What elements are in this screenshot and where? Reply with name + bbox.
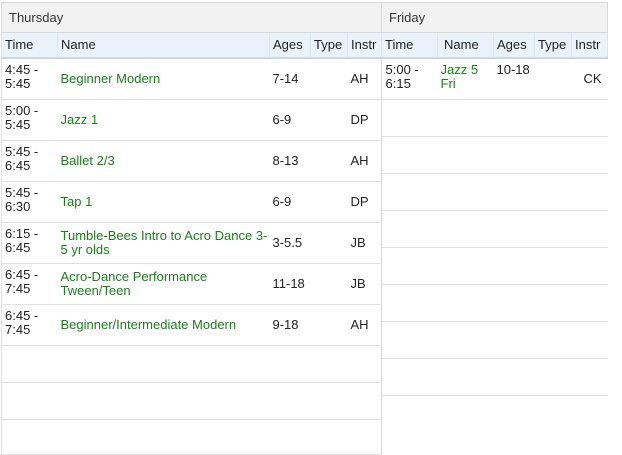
class-ages: 11-18 — [269, 263, 311, 305]
thursday-table: Thursday Time Name Ages Type Instr 4:45 … — [0, 2, 383, 455]
empty-row — [381, 210, 608, 248]
schedule: Thursday Time Name Ages Type Instr 4:45 … — [0, 0, 622, 455]
table-row: 6:45 - 7:45 Beginner/Intermediate Modern… — [1, 304, 383, 346]
class-instructor: CK — [571, 57, 608, 100]
column-header-type[interactable]: Type — [534, 32, 572, 59]
class-instructor: DP — [347, 181, 383, 223]
class-instructor: JB — [347, 263, 383, 305]
class-instructor: JB — [347, 222, 383, 264]
class-time: 5:45 - 6:45 — [1, 140, 58, 182]
class-name-link[interactable]: Acro-Dance Performance Tween/Teen — [57, 263, 270, 305]
thursday-header: Thursday — [0, 2, 383, 33]
friday-table: Friday Time Name Ages Type Instr 5:00 - … — [380, 2, 609, 431]
class-type — [310, 99, 348, 141]
column-header-ages[interactable]: Ages — [269, 32, 311, 59]
class-name-link[interactable]: Jazz 1 — [57, 99, 270, 141]
empty-row — [381, 173, 608, 211]
column-header-name[interactable]: Name — [57, 32, 270, 59]
class-name-link[interactable]: Jazz 5 Fri — [437, 57, 494, 100]
table-row: 6:15 - 6:45 Tumble-Bees Intro to Acro Da… — [1, 222, 383, 264]
empty-row — [381, 284, 608, 322]
empty-row — [0, 345, 383, 383]
class-name-link[interactable]: Ballet 2/3 — [57, 140, 270, 182]
class-type — [310, 57, 348, 100]
class-name-link[interactable]: Beginner Modern — [57, 57, 270, 100]
class-time: 4:45 - 5:45 — [1, 57, 58, 100]
class-type — [310, 304, 348, 346]
empty-row — [381, 358, 608, 396]
class-instructor: AH — [347, 57, 383, 100]
column-header-name[interactable]: Name — [437, 32, 494, 59]
empty-row — [381, 247, 608, 285]
class-type — [310, 222, 348, 264]
class-type — [310, 181, 348, 223]
empty-row — [0, 419, 383, 455]
table-row: 6:45 - 7:45 Acro-Dance Performance Tween… — [1, 263, 383, 305]
class-time: 5:45 - 6:30 — [1, 181, 58, 223]
empty-row — [0, 382, 383, 420]
class-ages: 7-14 — [269, 57, 311, 100]
table-row: 4:45 - 5:45 Beginner Modern 7-14 AH — [1, 57, 383, 100]
class-time: 6:45 - 7:45 — [1, 263, 58, 305]
class-time: 5:00 - 5:45 — [1, 99, 58, 141]
class-ages: 10-18 — [493, 57, 535, 100]
class-instructor: AH — [347, 140, 383, 182]
class-instructor: DP — [347, 99, 383, 141]
column-header-instr[interactable]: Instr — [346, 32, 383, 59]
class-type — [534, 57, 572, 100]
thursday-panel: Thursday Time Name Ages Type Instr 4:45 … — [0, 2, 383, 455]
class-ages: 8-13 — [269, 140, 311, 182]
column-header-time[interactable]: Time — [381, 32, 438, 59]
class-name-link[interactable]: Tumble-Bees Intro to Acro Dance 3-5 yr o… — [57, 222, 270, 264]
class-ages: 6-9 — [269, 181, 311, 223]
class-time: 6:45 - 7:45 — [1, 304, 58, 346]
class-time: 5:00 - 6:15 — [381, 57, 438, 100]
class-ages: 9-18 — [269, 304, 311, 346]
table-row: 5:00 - 5:45 Jazz 1 6-9 DP — [1, 99, 383, 141]
empty-row — [381, 99, 608, 137]
empty-row — [381, 321, 608, 359]
class-name-link[interactable]: Beginner/Intermediate Modern — [57, 304, 270, 346]
empty-row — [381, 136, 608, 174]
column-header-instr[interactable]: Instr — [570, 32, 609, 59]
friday-header: Friday — [380, 2, 609, 33]
table-row: 5:00 - 6:15 Jazz 5 Fri 10-18 CK — [381, 57, 608, 100]
class-ages: 6-9 — [269, 99, 311, 141]
class-instructor: AH — [347, 304, 383, 346]
class-type — [310, 263, 348, 305]
class-name-link[interactable]: Tap 1 — [57, 181, 270, 223]
column-header-time[interactable]: Time — [1, 32, 58, 59]
class-ages: 3-5.5 — [269, 222, 311, 264]
table-row: 5:45 - 6:45 Ballet 2/3 8-13 AH — [1, 140, 383, 182]
table-row: 5:45 - 6:30 Tap 1 6-9 DP — [1, 181, 383, 223]
class-time: 6:15 - 6:45 — [1, 222, 58, 264]
empty-row — [382, 396, 608, 431]
column-header-ages[interactable]: Ages — [493, 32, 535, 59]
column-header-type[interactable]: Type — [310, 32, 348, 59]
class-type — [310, 140, 348, 182]
friday-panel: Friday Time Name Ages Type Instr 5:00 - … — [380, 2, 609, 431]
